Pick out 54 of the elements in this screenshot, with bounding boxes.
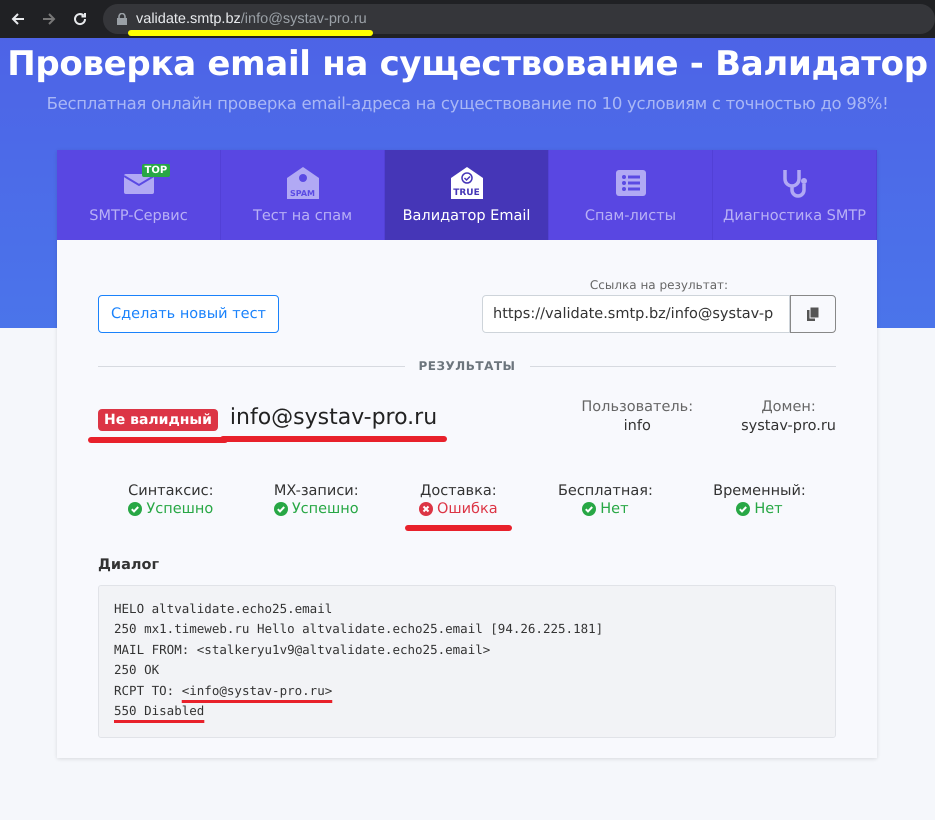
check-envelope-icon: TRUE	[450, 166, 484, 200]
check-result: Ошибка	[436, 501, 498, 517]
check-circle-icon	[736, 502, 750, 516]
error-circle-icon	[418, 502, 433, 516]
copy-button[interactable]	[790, 295, 836, 333]
result-link-field[interactable]: https://validate.smtp.bz/info@systav-p	[482, 295, 790, 333]
check-label: Синтаксис:	[128, 483, 214, 499]
stethoscope-icon	[780, 168, 808, 198]
page-subtitle: Бесплатная онлайн проверка email-адреса на существование по 10 условиям с точностью до 98%!	[46, 94, 888, 113]
url-text: validate.smtp.bz/info@systav-pro.ru	[136, 11, 367, 27]
spam-envelope-icon: SPAM	[286, 166, 320, 200]
detail-value: info	[624, 418, 651, 434]
address-bar[interactable]: validate.smtp.bz/info@systav-pro.ru	[103, 4, 935, 34]
nav-tab[interactable]: Диагностика SMTP	[713, 150, 877, 240]
log-text: RCPT TO:	[114, 682, 176, 700]
detail-value: systav-pro.ru	[741, 418, 836, 434]
email-address: info@systav-pro.ru	[230, 405, 438, 430]
lock-icon	[117, 13, 127, 25]
check-label: Доставка:	[420, 483, 497, 499]
log-text: 550 Disabled	[114, 702, 204, 720]
result-link-label: Ссылка на результат:	[590, 278, 728, 292]
check-result: Успешно	[292, 501, 359, 517]
log-text: MAIL FROM: <stalkeryu1v9@altvalidate.echo25.email>	[114, 640, 490, 659]
page-title: Проверка email на существование - Валидатор	[7, 44, 928, 84]
nav-tab[interactable]: Спам-листы	[549, 150, 713, 240]
nav-tab[interactable]: SPAM Тест на спам	[221, 150, 385, 240]
reload-icon[interactable]	[72, 11, 88, 27]
detail-label: Домен:	[761, 399, 816, 415]
check-circle-icon	[274, 502, 288, 516]
new-test-button[interactable]: Сделать новый тест	[98, 295, 279, 333]
check-result: Нет	[600, 501, 629, 517]
check-result: Нет	[754, 501, 783, 517]
check-label: MX-записи:	[274, 483, 359, 499]
nav-tab[interactable]: TRUE Валидатор Email	[385, 150, 549, 240]
list-icon	[616, 170, 646, 196]
invalid-badge: Не валидный	[98, 409, 218, 431]
dialog-heading: Диалог	[98, 557, 160, 573]
check-circle-icon	[582, 502, 596, 516]
results-heading: РЕЗУЛЬТАТЫ	[418, 359, 516, 373]
log-text: 250 mx1.timeweb.ru Hello altvalidate.echo25.email [94.26.225.181]	[114, 620, 604, 638]
back-arrow-icon[interactable]	[10, 11, 26, 27]
log-text: <info@systav-pro.ru>	[182, 682, 332, 700]
log-text: HELO altvalidate.echo25.email	[114, 600, 332, 618]
copy-icon	[807, 307, 819, 321]
nav-tab[interactable]: TOP SMTP-Сервис	[57, 150, 221, 240]
check-circle-icon	[128, 502, 142, 516]
check-result: Успешно	[146, 501, 214, 517]
detail-label: Пользователь:	[581, 399, 694, 415]
check-label: Бесплатная:	[558, 483, 653, 499]
envelope-icon	[124, 172, 154, 194]
check-label: Временный:	[713, 483, 806, 499]
top-badge: TOP	[142, 164, 170, 177]
forward-arrow-icon[interactable]	[41, 11, 57, 27]
log-text: 250 OK	[114, 661, 160, 680]
